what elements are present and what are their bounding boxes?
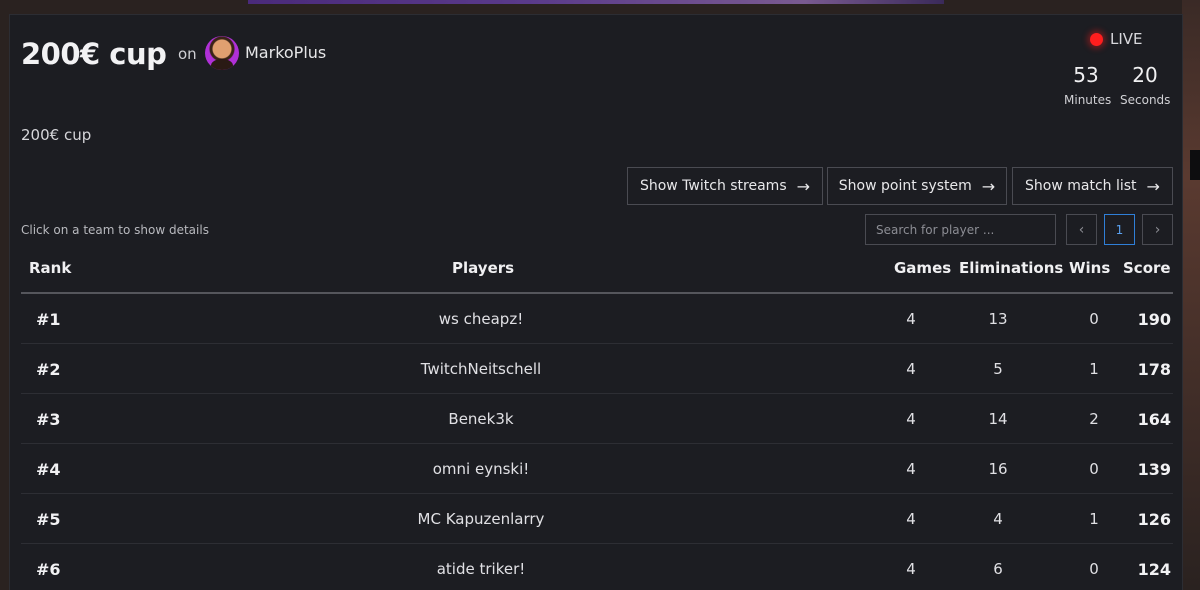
seconds-label: Seconds <box>1120 93 1171 107</box>
arrow-right-icon: → <box>981 176 996 196</box>
live-label: LIVE <box>1110 30 1143 48</box>
header-games: Games <box>894 259 952 277</box>
wins-cell: 2 <box>1089 410 1099 428</box>
header-wins: Wins <box>1069 259 1111 277</box>
show-match-list-button[interactable]: Show match list → <box>1012 167 1173 205</box>
on-label: on <box>178 45 197 63</box>
rank-cell: #4 <box>36 459 61 479</box>
page-number-button[interactable]: 1 <box>1104 214 1135 245</box>
games-cell: 4 <box>906 510 916 528</box>
tournament-title: 200€ cup <box>21 37 167 71</box>
score-cell: 164 <box>1137 409 1171 429</box>
player-search-input[interactable] <box>865 214 1056 245</box>
show-match-list-label: Show match list <box>1025 178 1137 194</box>
games-cell: 4 <box>906 360 916 378</box>
next-page-button[interactable]: › <box>1142 214 1173 245</box>
players-cell: ws cheapz! <box>438 310 524 328</box>
wins-cell: 0 <box>1089 560 1099 578</box>
games-cell: 4 <box>906 310 916 328</box>
minutes-label: Minutes <box>1064 93 1112 107</box>
players-cell: atide triker! <box>436 560 526 578</box>
table-row[interactable]: #4 omni eynski! 4 16 0 139 <box>21 444 1173 494</box>
live-indicator: LIVE <box>1090 30 1143 48</box>
score-cell: 178 <box>1137 359 1171 379</box>
score-cell: 124 <box>1137 559 1171 579</box>
eliminations-cell: 4 <box>993 510 1003 528</box>
header-rank: Rank <box>29 259 72 277</box>
timer-seconds: 20 Seconds <box>1120 63 1170 107</box>
score-cell: 126 <box>1137 509 1171 529</box>
players-cell: TwitchNeitschell <box>420 360 542 378</box>
eliminations-cell: 13 <box>988 310 1008 328</box>
streamer-avatar[interactable] <box>205 36 239 70</box>
chevron-left-icon: ‹ <box>1078 221 1085 238</box>
rank-cell: #2 <box>36 359 61 379</box>
wins-cell: 0 <box>1089 460 1099 478</box>
show-point-system-button[interactable]: Show point system → <box>827 167 1007 205</box>
timer-minutes: 53 Minutes <box>1064 63 1112 107</box>
table-row[interactable]: #5 MC Kapuzenlarry 4 4 1 126 <box>21 494 1173 544</box>
wins-cell: 1 <box>1089 360 1099 378</box>
score-cell: 139 <box>1137 459 1171 479</box>
background-strip-top <box>248 0 944 4</box>
rank-cell: #1 <box>36 309 61 329</box>
arrow-right-icon: → <box>796 176 811 196</box>
live-dot-icon <box>1090 32 1103 46</box>
show-twitch-streams-label: Show Twitch streams <box>639 178 787 194</box>
wins-cell: 1 <box>1089 510 1099 528</box>
header-score: Score <box>1123 259 1171 277</box>
table-row[interactable]: #3 Benek3k 4 14 2 164 <box>21 394 1173 444</box>
table-row[interactable]: #6 atide triker! 4 6 0 124 <box>21 544 1173 590</box>
eliminations-cell: 16 <box>988 460 1008 478</box>
wins-cell: 0 <box>1089 310 1099 328</box>
chevron-right-icon: › <box>1154 221 1161 238</box>
eliminations-cell: 14 <box>988 410 1008 428</box>
header-eliminations: Eliminations <box>959 259 1064 277</box>
arrow-right-icon: → <box>1146 176 1160 196</box>
streamer-name[interactable]: MarkoPlus <box>245 43 326 62</box>
players-cell: omni eynski! <box>432 460 530 478</box>
minutes-value: 53 <box>1073 63 1099 87</box>
background-strip-right <box>1182 0 1200 590</box>
games-cell: 4 <box>906 560 916 578</box>
show-twitch-streams-button[interactable]: Show Twitch streams → <box>627 167 823 205</box>
eliminations-cell: 6 <box>993 560 1003 578</box>
players-cell: Benek3k <box>448 410 514 428</box>
rank-cell: #6 <box>36 559 61 579</box>
tournament-description: 200€ cup <box>21 126 92 144</box>
show-point-system-label: Show point system <box>838 178 972 194</box>
click-team-hint: Click on a team to show details <box>21 223 209 237</box>
games-cell: 4 <box>906 460 916 478</box>
games-cell: 4 <box>906 410 916 428</box>
table-row[interactable]: #2 TwitchNeitschell 4 5 1 178 <box>21 344 1173 394</box>
score-cell: 190 <box>1137 309 1171 329</box>
eliminations-cell: 5 <box>993 360 1003 378</box>
background-notch <box>1190 150 1200 180</box>
players-cell: MC Kapuzenlarry <box>417 510 545 528</box>
tournament-panel: 200€ cup on MarkoPlus LIVE 53 Minutes 20… <box>9 14 1183 590</box>
prev-page-button[interactable]: ‹ <box>1066 214 1097 245</box>
rank-cell: #5 <box>36 509 61 529</box>
header-players: Players <box>452 259 515 277</box>
rank-cell: #3 <box>36 409 61 429</box>
seconds-value: 20 <box>1132 63 1158 87</box>
table-row[interactable]: #1 ws cheapz! 4 13 0 190 <box>21 294 1173 344</box>
